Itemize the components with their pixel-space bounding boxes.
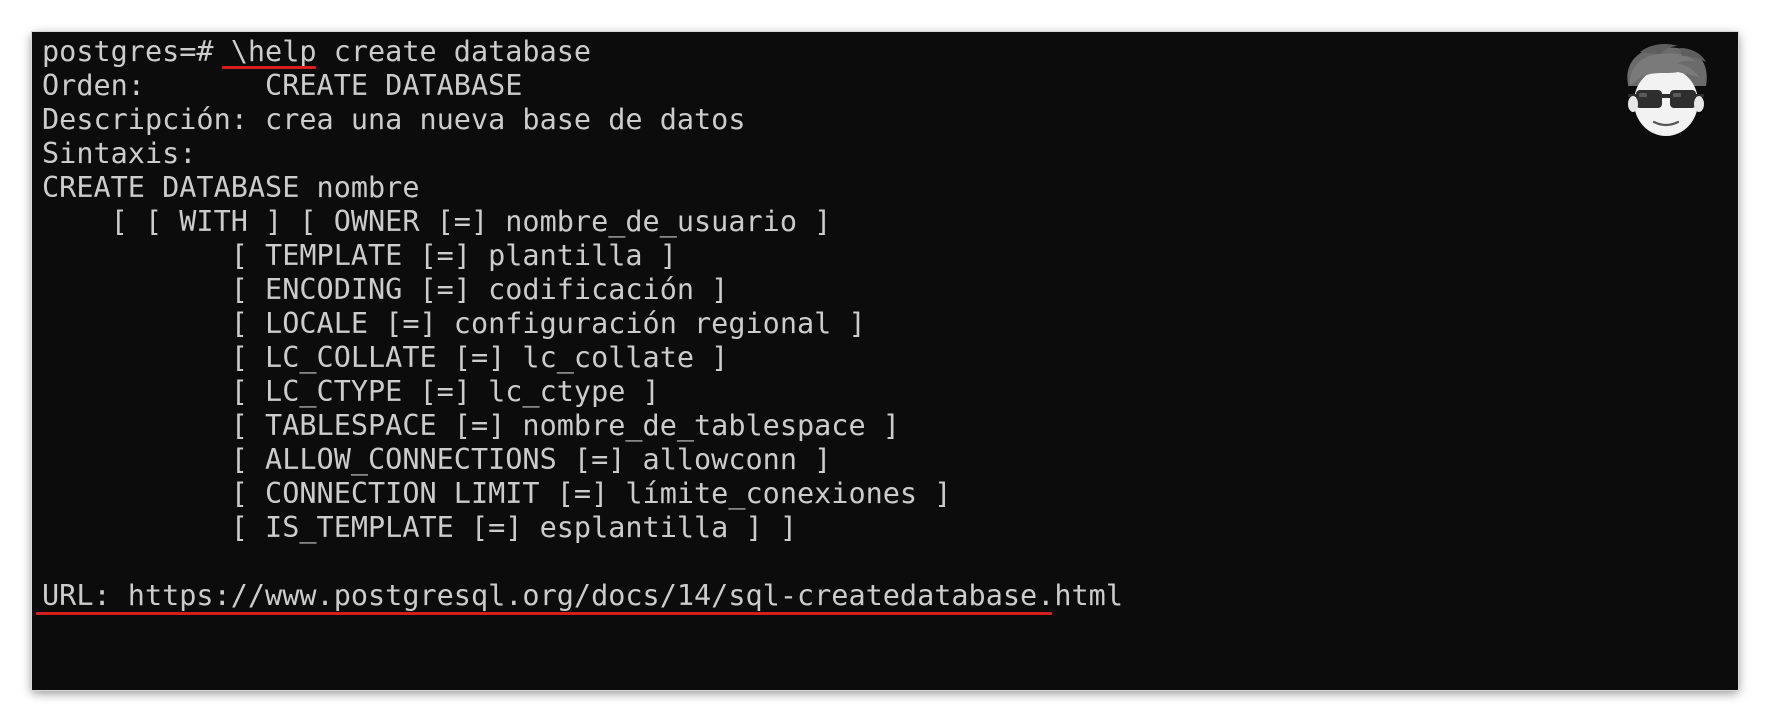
- terminal-line-syntax: [ [ WITH ] [ OWNER [=] nombre_de_usuario…: [42, 205, 832, 238]
- command-highlight-underline: [222, 66, 316, 69]
- terminal-line-orden: Orden: CREATE DATABASE: [42, 69, 523, 102]
- terminal-line-syntax: [ ALLOW_CONNECTIONS [=] allowconn ]: [42, 443, 832, 476]
- terminal-line-descripcion: Descripción: crea una nueva base de dato…: [42, 103, 746, 136]
- terminal-window[interactable]: postgres=# \help create database Orden: …: [32, 32, 1738, 690]
- terminal-line-syntax: [ CONNECTION LIMIT [=] límite_conexiones…: [42, 477, 952, 510]
- terminal-line-syntax: [ IS_TEMPLATE [=] esplantilla ] ]: [42, 511, 797, 544]
- terminal-line-syntax: [ TABLESPACE [=] nombre_de_tablespace ]: [42, 409, 900, 442]
- terminal-line-prompt-command: postgres=# \help create database: [42, 35, 592, 68]
- terminal-line-syntax: [ LOCALE [=] configuración regional ]: [42, 307, 866, 340]
- terminal-line-syntax: [ ENCODING [=] codificación ]: [42, 273, 729, 306]
- url-highlight-underline: [36, 612, 1052, 615]
- terminal-line-url: URL: https://www.postgresql.org/docs/14/…: [42, 579, 1123, 612]
- terminal-line-sintaxis: Sintaxis:: [42, 137, 197, 170]
- terminal-line-syntax: CREATE DATABASE nombre: [42, 171, 420, 204]
- avatar-icon: [1627, 44, 1707, 136]
- terminal-line-syntax: [ LC_CTYPE [=] lc_ctype ]: [42, 375, 660, 408]
- terminal-line-syntax: [ LC_COLLATE [=] lc_collate ]: [42, 341, 729, 374]
- terminal-line-syntax: [ TEMPLATE [=] plantilla ]: [42, 239, 677, 272]
